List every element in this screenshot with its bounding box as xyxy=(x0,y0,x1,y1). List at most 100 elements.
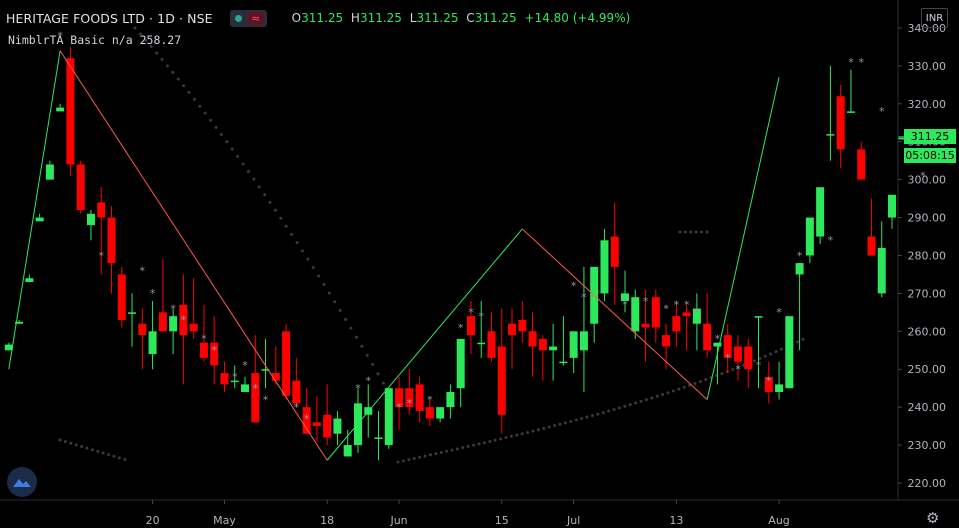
candle-body[interactable] xyxy=(425,407,434,419)
zigzag-segment xyxy=(706,77,780,400)
fractal-star: * xyxy=(694,306,700,319)
candle-body[interactable] xyxy=(76,164,85,210)
indicator-dot xyxy=(74,443,78,447)
candle-body[interactable] xyxy=(56,107,65,112)
indicator-dot xyxy=(590,414,594,418)
candle-body[interactable] xyxy=(343,445,352,457)
candle-body[interactable] xyxy=(323,414,332,438)
candle-body[interactable] xyxy=(631,297,640,332)
candle-body[interactable] xyxy=(128,312,137,314)
indicator-dot xyxy=(279,216,283,220)
indicator-dot xyxy=(354,335,358,339)
indicator-dot xyxy=(693,382,697,386)
candle-body[interactable] xyxy=(415,384,424,411)
candle-body[interactable] xyxy=(45,164,54,180)
candle-body[interactable] xyxy=(785,316,794,389)
indicator-dot xyxy=(466,444,470,448)
candle-body[interactable] xyxy=(610,236,619,267)
candle-body[interactable] xyxy=(220,373,229,385)
indicator-dot xyxy=(542,426,546,430)
candle-body[interactable] xyxy=(877,247,886,294)
candle-body[interactable] xyxy=(805,217,814,256)
candle-body[interactable] xyxy=(241,384,250,392)
candle-body[interactable] xyxy=(559,361,568,364)
candle-body[interactable] xyxy=(25,278,34,283)
candle-body[interactable] xyxy=(682,312,691,317)
candle-body[interactable] xyxy=(857,149,866,180)
gear-icon[interactable]: ⚙ xyxy=(926,509,939,527)
indicator-dot xyxy=(705,230,709,234)
indicator-dot xyxy=(644,398,648,402)
candle-body[interactable] xyxy=(487,331,496,358)
candle-body[interactable] xyxy=(189,323,198,332)
candle-body[interactable] xyxy=(477,342,486,345)
candle-body[interactable] xyxy=(384,388,393,446)
candle-body[interactable] xyxy=(446,391,455,408)
candle-body[interactable] xyxy=(733,346,742,362)
candle-body[interactable] xyxy=(867,236,876,256)
candle-body[interactable] xyxy=(158,312,167,332)
currency-button[interactable]: INR xyxy=(921,8,948,28)
fractal-star: * xyxy=(140,264,146,277)
candle-body[interactable] xyxy=(169,316,178,332)
candle-body[interactable] xyxy=(600,240,609,294)
candle-body[interactable] xyxy=(312,422,321,427)
last-price-label: 311.25 xyxy=(904,129,956,144)
candle-body[interactable] xyxy=(795,263,804,275)
candle-body[interactable] xyxy=(744,346,753,370)
candle-body[interactable] xyxy=(282,331,291,396)
symbol-title[interactable]: HERITAGE FOODS LTD · 1D · NSE xyxy=(6,11,213,26)
candle-body[interactable] xyxy=(251,373,260,423)
candle-body[interactable] xyxy=(816,187,825,237)
candle-body[interactable] xyxy=(775,384,784,392)
indicator-legend[interactable]: NimblrTA Basic n/a 258.27 xyxy=(8,33,181,47)
candle-body[interactable] xyxy=(66,58,75,165)
candle-body[interactable] xyxy=(888,194,897,218)
indicator-dot xyxy=(682,385,686,389)
candle-body[interactable] xyxy=(569,331,578,358)
candle-body[interactable] xyxy=(117,274,126,320)
logo-icon[interactable] xyxy=(7,467,37,497)
indicator-dot xyxy=(428,453,432,457)
candle-body[interactable] xyxy=(508,323,517,336)
candle-body[interactable] xyxy=(579,331,588,351)
candlestick-chart[interactable]: * * * * * * * * * * * * * * * * * * * * * * * * * * * * * * * * * * * * * * * *… xyxy=(0,0,959,528)
candle-body[interactable] xyxy=(148,331,157,355)
candle-body[interactable] xyxy=(651,297,660,328)
candle-body[interactable] xyxy=(138,323,147,336)
candle-body[interactable] xyxy=(86,213,95,226)
candle-body[interactable] xyxy=(97,202,106,218)
candle-body[interactable] xyxy=(374,437,383,439)
candle-body[interactable] xyxy=(846,111,855,113)
indicator-dot xyxy=(295,241,299,245)
candle-body[interactable] xyxy=(549,346,558,351)
candle-body[interactable] xyxy=(754,316,763,318)
candle-body[interactable] xyxy=(35,217,44,222)
candle-body[interactable] xyxy=(836,96,845,150)
candle-body[interactable] xyxy=(333,418,342,434)
indicator-dot xyxy=(763,354,767,358)
candle-body[interactable] xyxy=(456,338,465,389)
candle-body[interactable] xyxy=(662,335,671,347)
x-tick-label: 18 xyxy=(320,514,334,527)
candle-body[interactable] xyxy=(107,217,116,264)
candle-body[interactable] xyxy=(826,134,835,136)
candle-body[interactable] xyxy=(518,319,527,332)
indicator-dot xyxy=(219,133,223,137)
candle-body[interactable] xyxy=(497,346,506,415)
indicator-dot xyxy=(85,446,89,450)
close-value: 311.25 xyxy=(474,11,517,25)
indicator-dot xyxy=(666,391,670,395)
candle-body[interactable] xyxy=(641,323,650,328)
candle-body[interactable] xyxy=(538,338,547,351)
fractal-star: * xyxy=(848,56,854,69)
indicator-dot xyxy=(241,162,245,166)
close-key: C xyxy=(466,11,475,25)
indicator-dot xyxy=(290,232,294,236)
candle-body[interactable] xyxy=(528,331,537,347)
wave-icon[interactable]: ≈ xyxy=(247,11,264,25)
candle-body[interactable] xyxy=(703,323,712,351)
candle-body[interactable] xyxy=(672,316,681,332)
eye-icon[interactable] xyxy=(233,12,245,24)
candle-body[interactable] xyxy=(436,407,445,419)
